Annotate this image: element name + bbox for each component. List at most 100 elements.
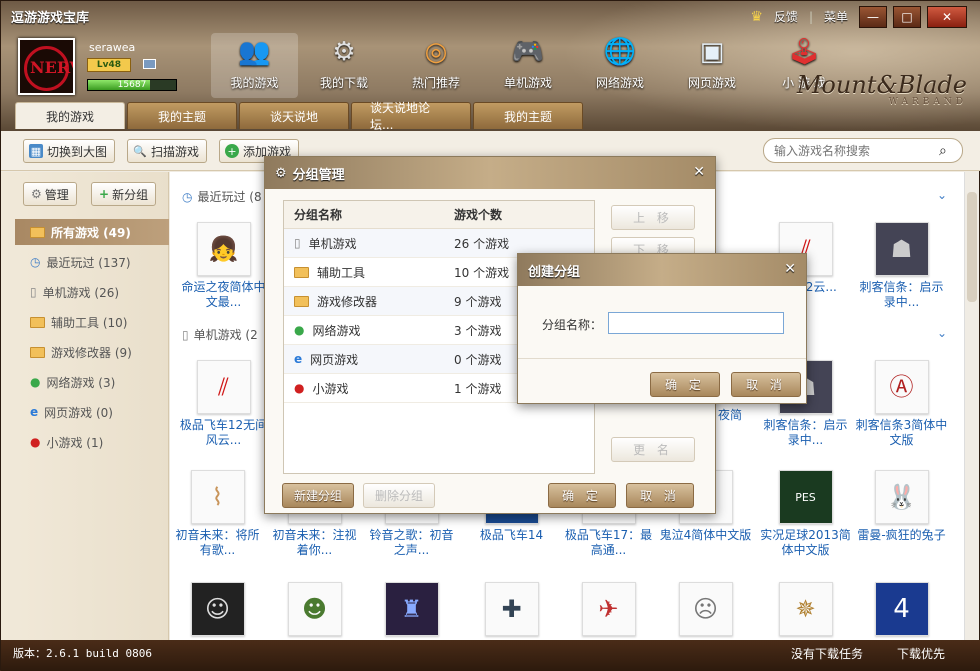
create-cancel-button[interactable]: 取 消 xyxy=(731,372,801,397)
folder-icon xyxy=(30,316,45,328)
sidebar-item-web[interactable]: e 网页游戏 (0) xyxy=(15,399,169,425)
nav-online-games[interactable]: 🌐 网络游戏 xyxy=(574,33,666,98)
folder-icon xyxy=(294,266,309,278)
sidebar-item-tools[interactable]: 辅助工具 (10) xyxy=(15,309,169,335)
globe-icon: ● xyxy=(294,323,305,337)
tab-my-games[interactable]: 我的游戏 xyxy=(15,102,125,129)
scan-games-button[interactable]: 🔍 扫描游戏 xyxy=(127,139,208,163)
tab-my-theme-2[interactable]: 我的主题 xyxy=(473,102,583,129)
new-group-dialog-button[interactable]: 新建分组 xyxy=(282,483,354,508)
clock-icon: ◷ xyxy=(182,189,193,204)
picture-icon: ▦ xyxy=(29,144,43,158)
game-tile[interactable]: ⫽ 极品飞车12无间风云... xyxy=(176,360,271,448)
game-tile[interactable]: ✈ xyxy=(561,582,656,640)
tab-bar: 我的游戏 我的主题 谈天说地 谈天说地论坛... 我的主题 xyxy=(15,101,585,131)
avatar[interactable]: NERV xyxy=(18,38,75,95)
nav-my-games[interactable]: 👥 我的游戏 xyxy=(211,33,298,98)
game-tile[interactable]: ✚ xyxy=(464,582,559,640)
minimize-button[interactable]: — xyxy=(859,5,887,28)
plus-icon: + xyxy=(99,187,110,201)
menu-link[interactable]: 菜单 xyxy=(819,5,853,28)
sidebar-item-modifiers[interactable]: 游戏修改器 (9) xyxy=(15,339,169,365)
close-icon[interactable]: ✕ xyxy=(693,164,705,180)
sidebar-item-all-games[interactable]: 所有游戏 (49) xyxy=(15,219,169,245)
download-priority[interactable]: 下载优先 xyxy=(897,645,945,662)
shirt-icon[interactable]: ♛ xyxy=(750,9,763,25)
nav-single-games[interactable]: 🎮 单机游戏 xyxy=(482,33,574,98)
app-title: 逗游游戏宝库 xyxy=(11,11,90,26)
game-tile[interactable]: 👧 命运之夜简体中文最... xyxy=(176,222,271,310)
ie-icon: e xyxy=(294,352,303,366)
search-input[interactable] xyxy=(774,143,939,158)
group-name-label: 分组名称： xyxy=(542,318,603,332)
tab-my-theme[interactable]: 我的主题 xyxy=(127,102,237,129)
game-tile[interactable]: Ⓐ 刺客信条3简体中文版 xyxy=(854,360,949,448)
close-button[interactable]: ✕ xyxy=(927,5,967,28)
chevron-down-icon[interactable]: ⌄ xyxy=(937,188,947,202)
xp-bar: 15687 xyxy=(87,79,177,91)
mail-icon[interactable] xyxy=(143,59,156,69)
game-tile[interactable]: ☻ xyxy=(267,582,362,640)
status-bar: 版本：2.6.1 build 0806 没有下载任务 下载优先 xyxy=(1,640,980,671)
window-controls: ♛ 反馈 | 菜单 — □ ✕ xyxy=(750,5,967,28)
rename-button[interactable]: 更 名 xyxy=(611,437,695,462)
feedback-link[interactable]: 反馈 xyxy=(769,5,803,28)
gamepad-icon: 🎮 xyxy=(511,37,545,67)
nav-hot-recommend[interactable]: ◎ 热门推荐 xyxy=(390,33,482,98)
plus-icon: + xyxy=(225,144,239,158)
version-label: 版本：2.6.1 build 0806 xyxy=(13,647,152,660)
game-tile[interactable]: ☹ xyxy=(658,582,753,640)
nav-my-downloads[interactable]: ⚙ 我的下载 xyxy=(298,33,390,98)
ok-button[interactable]: 确 定 xyxy=(548,483,616,508)
magnifier-icon: 🔍 xyxy=(133,144,147,158)
tab-chat[interactable]: 谈天说地 xyxy=(239,102,349,129)
sidebar-item-single[interactable]: ▯ 单机游戏 (26) xyxy=(15,279,169,305)
recent-section-header[interactable]: ◷ 最近玩过 (8 xyxy=(182,188,262,205)
ie-icon: e xyxy=(30,405,39,419)
game-tile[interactable]: ♜ xyxy=(364,582,459,640)
new-group-button[interactable]: + 新分组 xyxy=(91,182,157,206)
game-tile[interactable]: 4 xyxy=(854,582,949,640)
game-tile[interactable]: ☺ xyxy=(170,582,265,640)
group-name-input[interactable] xyxy=(608,312,784,334)
create-group-dialog: 创建分组 ✕ 分组名称： 确 定 取 消 xyxy=(517,253,807,404)
game-tile[interactable]: 🐰 雷曼-疯狂的兔子 xyxy=(854,470,949,543)
chevron-down-icon[interactable]: ⌄ xyxy=(937,326,947,340)
game-tile[interactable]: ✵ xyxy=(758,582,853,640)
sidebar-item-online[interactable]: ● 网络游戏 (3) xyxy=(15,369,169,395)
game-tile[interactable]: PES 实况足球2013简体中文版 xyxy=(758,470,853,558)
move-up-button[interactable]: 上 移 xyxy=(611,205,695,230)
download-status[interactable]: 没有下载任务 xyxy=(791,645,863,662)
joystick-icon: ● xyxy=(294,381,305,395)
maximize-button[interactable]: □ xyxy=(893,5,921,28)
search-icon[interactable]: ⌕ xyxy=(939,143,947,159)
gear-icon: ⚙ xyxy=(275,165,287,181)
single-section-header[interactable]: ▯ 单机游戏 (2 xyxy=(182,326,258,343)
disc-plus-icon: ◎ xyxy=(424,37,448,67)
create-ok-button[interactable]: 确 定 xyxy=(650,372,720,397)
group-table-header: 分组名称 游戏个数 xyxy=(284,201,594,229)
mouse-icon: ▯ xyxy=(30,285,37,299)
sidebar-item-recent[interactable]: ◷ 最近玩过 (137) xyxy=(15,249,169,275)
delete-group-button[interactable]: 删除分组 xyxy=(363,483,435,508)
manage-button[interactable]: ⚙ 管理 xyxy=(23,182,77,206)
nav-web-games[interactable]: ▣ 网页游戏 xyxy=(666,33,758,98)
scrollbar[interactable] xyxy=(964,172,979,640)
sidebar-item-mini[interactable]: ● 小游戏 (1) xyxy=(15,429,169,455)
cancel-button[interactable]: 取 消 xyxy=(626,483,694,508)
close-icon[interactable]: ✕ xyxy=(784,261,796,277)
globe-icon: 🌐 xyxy=(603,37,637,67)
search-box[interactable]: ⌕ xyxy=(763,138,963,163)
game-tile[interactable]: ⌇ 初音未来：将所有歌... xyxy=(170,470,265,558)
scrollbar-thumb[interactable] xyxy=(967,192,977,302)
sidebar: ⚙ 管理 + 新分组 所有游戏 (49) ◷ 最近玩过 (137) ▯ 单机游戏 (26… xyxy=(1,172,169,640)
game-icon: Ⓐ xyxy=(874,360,929,414)
game-tile[interactable]: ☗刺客信条：启示录中... xyxy=(854,222,949,310)
big-view-button[interactable]: ▦ 切换到大图 xyxy=(23,139,116,163)
game-tile[interactable]: 夜简 xyxy=(710,408,750,423)
game-icon: ⫽ xyxy=(196,360,251,414)
avatar-nerv-logo: NERV xyxy=(30,58,73,77)
game-icon: ⌇ xyxy=(190,470,245,524)
tab-chat-forum[interactable]: 谈天说地论坛... xyxy=(351,101,471,131)
divider xyxy=(518,358,806,359)
